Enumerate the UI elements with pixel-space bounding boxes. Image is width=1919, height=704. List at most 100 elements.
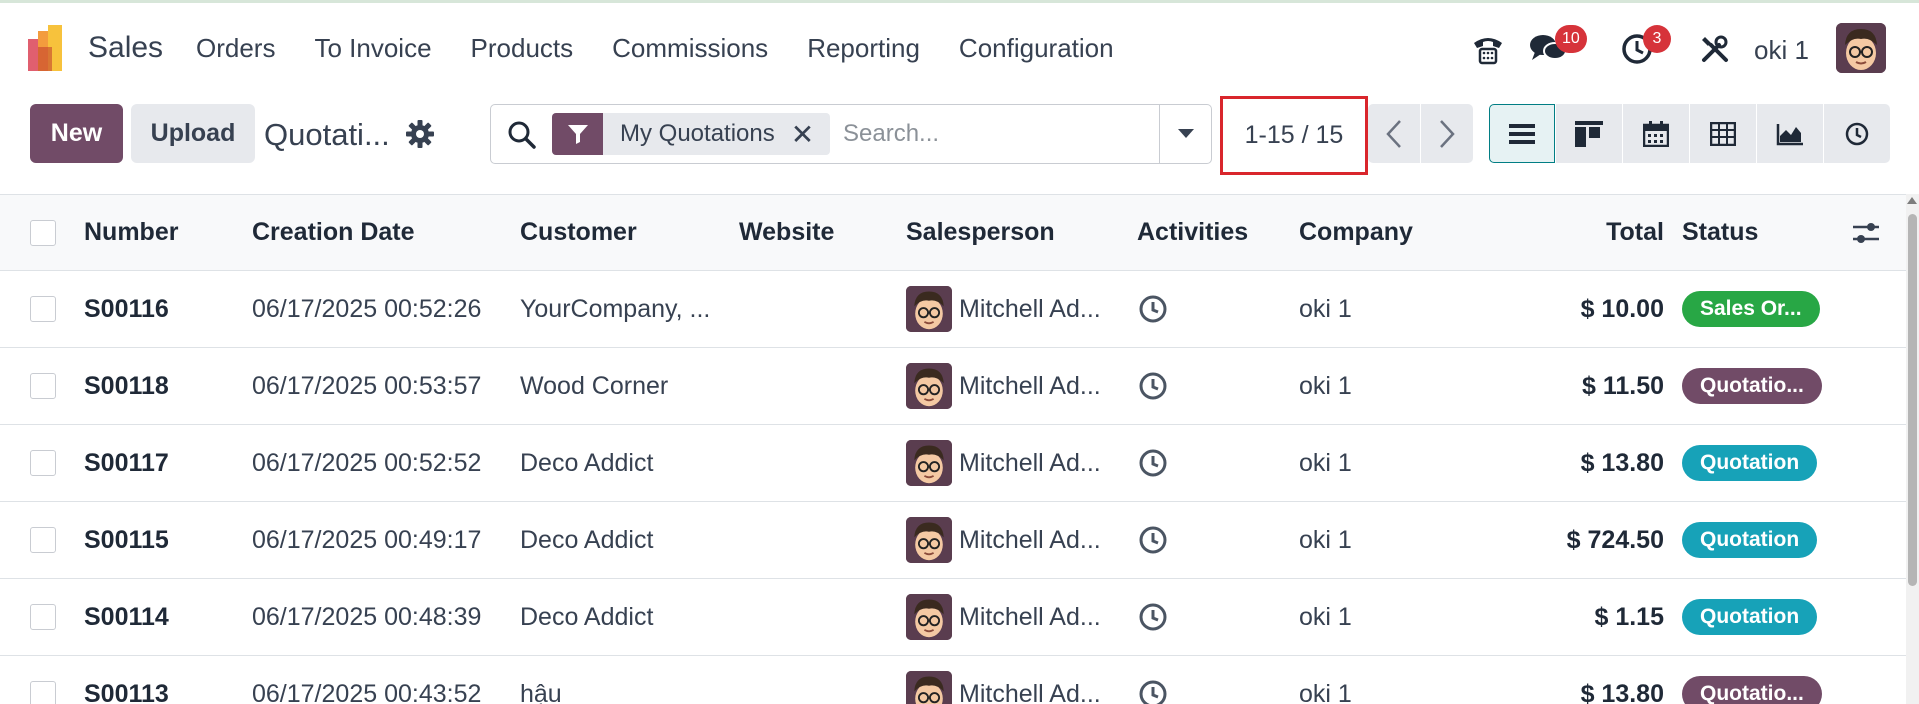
clock-icon — [1845, 122, 1869, 145]
salesperson-name: Mitchell Ad... — [959, 602, 1101, 631]
row-total: $ 13.80 — [1580, 679, 1664, 704]
area-chart-icon — [1776, 123, 1803, 145]
row-salesperson[interactable]: Mitchell Ad... — [906, 579, 1101, 655]
user-name[interactable]: oki 1 — [1754, 35, 1809, 66]
column-customer[interactable]: Customer — [520, 195, 637, 270]
activity-view-button[interactable] — [1824, 104, 1890, 163]
table-row[interactable]: S00113 06/17/2025 00:43:52 hậu Mitchell … — [0, 656, 1906, 704]
row-salesperson[interactable]: Mitchell Ad... — [906, 502, 1101, 578]
graph-view-button[interactable] — [1757, 104, 1823, 163]
pager-next-button[interactable] — [1421, 104, 1473, 163]
activity-clock-icon[interactable] — [1137, 502, 1169, 578]
activity-clock-icon[interactable] — [1137, 579, 1169, 655]
sales-app-icon[interactable] — [28, 25, 70, 71]
column-status[interactable]: Status — [1682, 195, 1758, 270]
kanban-view-button[interactable] — [1556, 104, 1622, 163]
status-badge: Quotation — [1682, 599, 1818, 635]
optional-columns-icon[interactable] — [1850, 217, 1882, 249]
row-number: S00117 — [84, 448, 169, 477]
close-icon[interactable]: ✕ — [791, 118, 830, 151]
column-total[interactable]: Total — [1606, 195, 1664, 270]
row-salesperson[interactable]: Mitchell Ad... — [906, 656, 1101, 704]
activity-clock-icon[interactable] — [1137, 348, 1169, 424]
quotations-list: Number Creation Date Customer Website Sa… — [0, 194, 1906, 704]
search-facet: My Quotations ✕ — [552, 113, 831, 155]
row-customer: Deco Addict — [520, 525, 654, 554]
search-bar: My Quotations ✕ — [490, 104, 1212, 164]
phone-icon[interactable] — [1468, 29, 1508, 69]
row-salesperson[interactable]: Mitchell Ad... — [906, 425, 1101, 501]
menu-orders[interactable]: Orders — [196, 33, 275, 64]
status-badge: Quotatio... — [1682, 676, 1822, 704]
row-salesperson[interactable]: Mitchell Ad... — [906, 271, 1101, 347]
new-button[interactable]: New — [30, 104, 123, 163]
salesperson-name: Mitchell Ad... — [959, 371, 1101, 400]
table-row[interactable]: S00115 06/17/2025 00:49:17 Deco Addict M… — [0, 502, 1906, 579]
column-number[interactable]: Number — [84, 195, 178, 270]
row-customer: Deco Addict — [520, 448, 654, 477]
pivot-view-button[interactable] — [1690, 104, 1756, 163]
row-company: oki 1 — [1299, 371, 1352, 400]
row-checkbox[interactable] — [30, 527, 56, 553]
row-checkbox[interactable] — [30, 450, 56, 476]
row-status: Quotation — [1682, 425, 1818, 501]
row-customer: YourCompany, ... — [520, 294, 711, 323]
menu-commissions[interactable]: Commissions — [612, 33, 768, 64]
scroll-up-arrow[interactable] — [1907, 197, 1917, 204]
column-salesperson[interactable]: Salesperson — [906, 195, 1055, 270]
row-creation-date: 06/17/2025 00:48:39 — [252, 602, 482, 631]
row-company: oki 1 — [1299, 602, 1352, 631]
calendar-view-button[interactable] — [1623, 104, 1689, 163]
row-creation-date: 06/17/2025 00:52:26 — [252, 294, 482, 323]
list-view-button[interactable] — [1489, 104, 1555, 163]
row-number: S00116 — [84, 294, 169, 323]
scroll-thumb[interactable] — [1908, 214, 1917, 586]
row-creation-date: 06/17/2025 00:53:57 — [252, 371, 482, 400]
salesperson-name: Mitchell Ad... — [959, 679, 1101, 704]
user-avatar[interactable] — [1836, 23, 1886, 73]
calendar-icon — [1643, 120, 1669, 147]
menu-to-invoice[interactable]: To Invoice — [314, 33, 431, 64]
search-icon[interactable] — [507, 120, 537, 150]
activity-clock-icon[interactable] — [1137, 425, 1169, 501]
row-total: $ 11.50 — [1581, 371, 1664, 400]
tools-icon[interactable] — [1695, 29, 1735, 69]
row-checkbox[interactable] — [30, 296, 56, 322]
vertical-scrollbar[interactable] — [1906, 194, 1919, 704]
activity-clock-icon[interactable] — [1137, 271, 1169, 347]
activity-clock-icon[interactable] — [1137, 656, 1169, 704]
row-company: oki 1 — [1299, 525, 1352, 554]
menu-configuration[interactable]: Configuration — [959, 33, 1114, 64]
row-salesperson[interactable]: Mitchell Ad... — [906, 348, 1101, 424]
filter-icon — [552, 113, 603, 155]
row-number: S00114 — [84, 602, 169, 631]
app-name[interactable]: Sales — [88, 31, 163, 65]
pivot-table-icon — [1710, 121, 1736, 146]
status-badge: Quotatio... — [1682, 368, 1822, 404]
column-creation-date[interactable]: Creation Date — [252, 195, 415, 270]
navbar: Sales Orders To Invoice Products Commiss… — [0, 3, 1919, 91]
row-checkbox[interactable] — [30, 604, 56, 630]
row-creation-date: 06/17/2025 00:49:17 — [252, 525, 482, 554]
select-all-checkbox[interactable] — [30, 220, 56, 246]
pager-previous-button[interactable] — [1368, 104, 1420, 163]
pager-value[interactable]: 1-15 / 15 — [1220, 96, 1368, 175]
search-input[interactable] — [843, 115, 1143, 153]
gear-icon[interactable] — [404, 118, 436, 150]
search-options-toggle[interactable] — [1159, 105, 1211, 163]
row-checkbox[interactable] — [30, 681, 56, 704]
upload-button[interactable]: Upload — [131, 104, 255, 163]
menu-reporting[interactable]: Reporting — [807, 33, 920, 64]
column-company[interactable]: Company — [1299, 195, 1413, 270]
row-company: oki 1 — [1299, 294, 1352, 323]
row-number: S00115 — [84, 525, 169, 554]
table-row[interactable]: S00114 06/17/2025 00:48:39 Deco Addict M… — [0, 579, 1906, 656]
table-row[interactable]: S00117 06/17/2025 00:52:52 Deco Addict M… — [0, 425, 1906, 502]
menu-products[interactable]: Products — [471, 33, 574, 64]
row-status: Quotatio... — [1682, 656, 1822, 704]
column-activities[interactable]: Activities — [1137, 195, 1248, 270]
table-row[interactable]: S00116 06/17/2025 00:52:26 YourCompany, … — [0, 271, 1906, 348]
row-checkbox[interactable] — [30, 373, 56, 399]
table-row[interactable]: S00118 06/17/2025 00:53:57 Wood Corner M… — [0, 348, 1906, 425]
column-website[interactable]: Website — [739, 195, 834, 270]
